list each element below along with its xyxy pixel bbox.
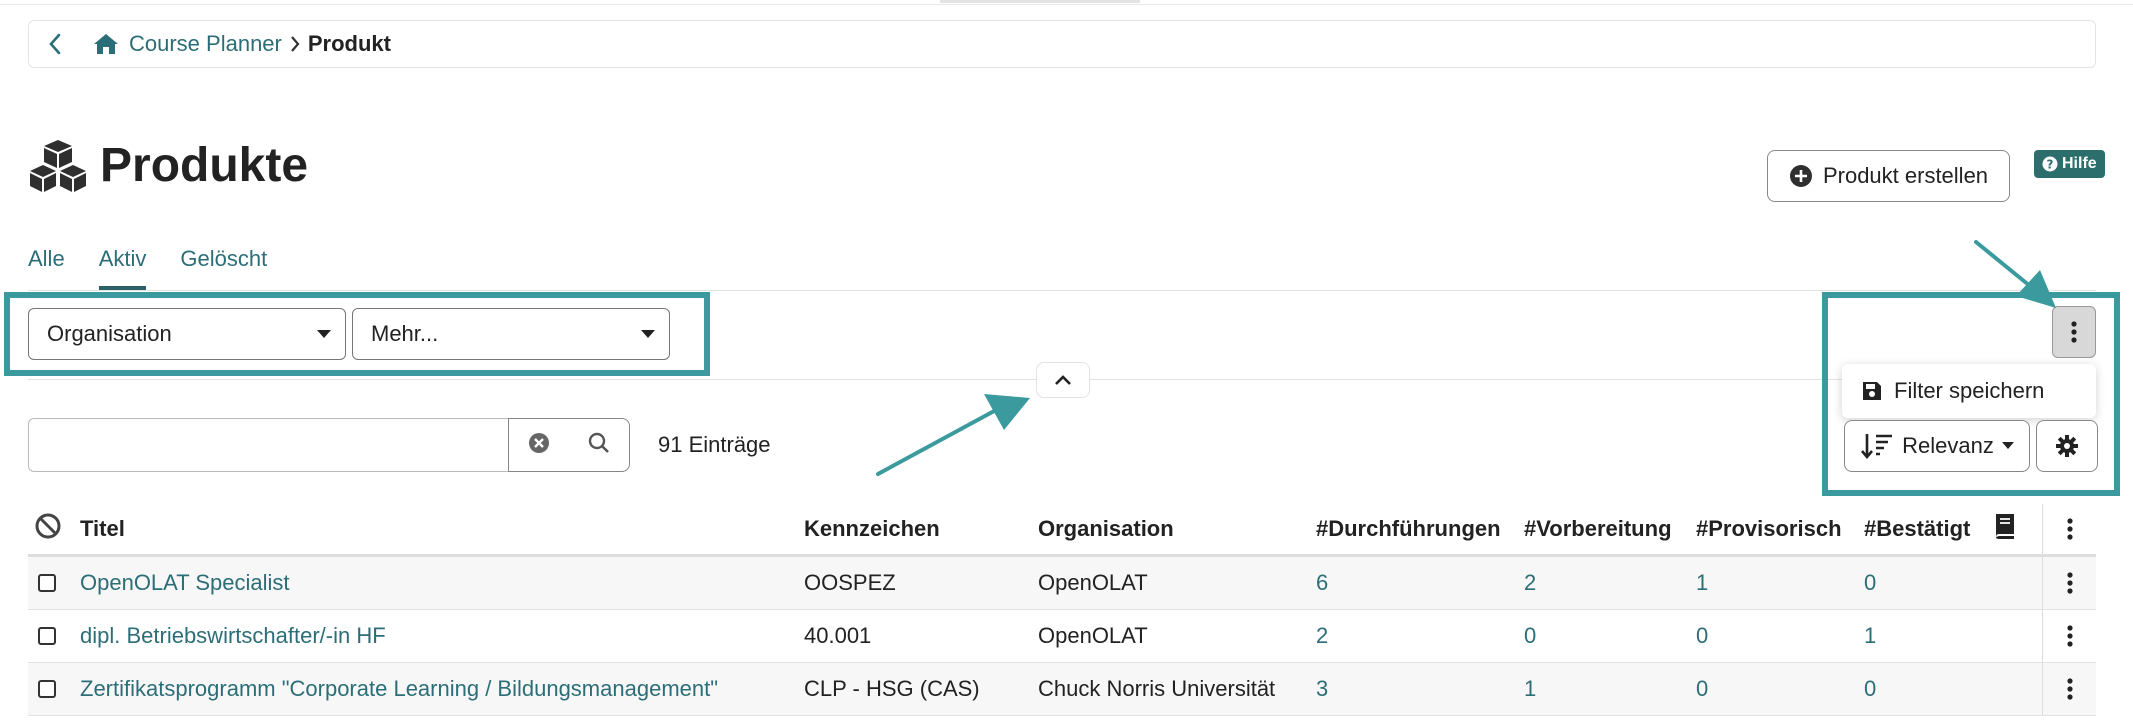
row-vorbereitung[interactable]: 0 (1524, 623, 1536, 649)
search-input[interactable] (28, 418, 508, 472)
clear-search-icon[interactable] (528, 432, 550, 459)
result-count: 91 Einträge (658, 432, 771, 457)
row-bestaetigt[interactable]: 0 (1864, 570, 1876, 596)
row-vorbereitung[interactable]: 1 (1524, 676, 1536, 702)
header-durchfuehrungen[interactable]: #Durchführungen (1316, 516, 1501, 542)
table-row: Zertifikatsprogramm "Corporate Learning … (28, 663, 2096, 716)
header-titel[interactable]: Titel (80, 516, 125, 542)
caret-down-icon (317, 330, 331, 338)
header-bestaetigt[interactable]: #Bestätigt (1864, 516, 1970, 542)
cubes-icon (30, 140, 86, 192)
header-kennzeichen[interactable]: Kennzeichen (804, 516, 940, 542)
sort-label: Relevanz (1902, 433, 1994, 458)
deselect-all-icon[interactable] (34, 512, 62, 546)
plus-circle-icon (1789, 165, 1812, 187)
create-product-button[interactable]: Produkt erstellen (1767, 150, 2010, 202)
row-checkbox[interactable] (38, 627, 56, 645)
row-title-link[interactable]: Zertifikatsprogramm "Corporate Learning … (80, 676, 718, 702)
row-actions-button[interactable] (2042, 557, 2097, 609)
vertical-dots-icon (2067, 518, 2073, 540)
row-actions-button[interactable] (2042, 610, 2097, 662)
search-icon[interactable] (588, 432, 610, 459)
page-title: Produkte (100, 139, 309, 192)
row-organisation: OpenOLAT (1038, 570, 1148, 595)
row-title-link[interactable]: dipl. Betriebswirtschafter/-in HF (80, 623, 386, 649)
row-provisorisch[interactable]: 0 (1696, 676, 1708, 702)
row-organisation: OpenOLAT (1038, 623, 1148, 648)
save-filter-menu-item[interactable]: Filter speichern (1842, 364, 2096, 418)
help-button[interactable]: ? Hilfe (2034, 150, 2105, 178)
header-provisorisch[interactable]: #Provisorisch (1696, 516, 1842, 542)
tab-alle[interactable]: Alle (28, 244, 65, 290)
table-settings-button[interactable] (2036, 420, 2098, 472)
row-organisation: Chuck Norris Universität (1038, 676, 1276, 701)
floppy-disk-icon (1863, 382, 1881, 400)
collapse-filters-button[interactable] (1036, 362, 1090, 398)
row-durchfuehrungen[interactable]: 6 (1316, 570, 1328, 596)
row-durchfuehrungen[interactable]: 3 (1316, 676, 1328, 702)
caret-down-icon (2001, 442, 2014, 449)
home-icon[interactable] (93, 33, 119, 55)
organisation-filter-label: Organisation (47, 321, 172, 346)
row-vorbereitung[interactable]: 2 (1524, 570, 1536, 596)
create-product-label: Produkt erstellen (1822, 163, 1989, 188)
tab-bar: Alle Aktiv Gelöscht (28, 244, 267, 290)
caret-down-icon (641, 330, 655, 338)
tabs-divider (28, 290, 2096, 291)
table-row: dipl. Betriebswirtschafter/-in HF 40.001… (28, 610, 2096, 663)
more-filter-label: Mehr... (371, 321, 439, 346)
table-header: Titel Kennzeichen Organisation #Durchfüh… (28, 504, 2096, 557)
row-title-link[interactable]: OpenOLAT Specialist (80, 570, 290, 596)
row-checkbox[interactable] (38, 680, 56, 698)
chevron-up-icon (1055, 375, 1071, 385)
row-code: 40.001 (804, 623, 872, 648)
organisation-filter[interactable]: Organisation (28, 308, 346, 360)
sort-amount-icon (1861, 434, 1893, 460)
header-vorbereitung[interactable]: #Vorbereitung (1524, 516, 1672, 542)
vertical-dots-icon (2067, 572, 2073, 594)
vertical-dots-icon (2071, 321, 2077, 343)
window-tab-indicator (940, 0, 1140, 3)
breadcrumb: Course Planner Produkt (28, 20, 2096, 68)
gear-icon (2056, 435, 2078, 457)
back-chevron-icon[interactable] (35, 33, 75, 55)
row-code: CLP - HSG (CAS) (804, 676, 980, 701)
sort-button[interactable]: Relevanz (1844, 420, 2030, 472)
more-filter[interactable]: Mehr... (352, 308, 670, 360)
question-circle-icon: ? (2042, 156, 2058, 172)
table-body: OpenOLAT Specialist OOSPEZ OpenOLAT 6 2 … (28, 557, 2096, 716)
row-durchfuehrungen[interactable]: 2 (1316, 623, 1328, 649)
row-code: OOSPEZ (804, 570, 896, 595)
row-provisorisch[interactable]: 0 (1696, 623, 1708, 649)
svg-text:?: ? (2047, 158, 2054, 172)
row-bestaetigt[interactable]: 1 (1864, 623, 1876, 649)
book-icon[interactable] (1994, 512, 2018, 546)
filter-options-button[interactable] (2052, 306, 2096, 358)
annotation-arrow-icon (876, 394, 1030, 476)
chevron-right-icon (290, 35, 300, 53)
save-filter-label: Filter speichern (1894, 378, 2045, 403)
header-organisation[interactable]: Organisation (1038, 516, 1174, 542)
vertical-dots-icon (2067, 625, 2073, 647)
tab-geloescht[interactable]: Gelöscht (180, 244, 267, 290)
table-row: OpenOLAT Specialist OOSPEZ OpenOLAT 6 2 … (28, 557, 2096, 610)
products-table: Titel Kennzeichen Organisation #Durchfüh… (28, 504, 2096, 716)
top-border (0, 0, 2133, 5)
vertical-dots-icon (2067, 678, 2073, 700)
row-actions-button[interactable] (2042, 663, 2097, 715)
breadcrumb-course-planner[interactable]: Course Planner (129, 31, 282, 57)
tab-aktiv[interactable]: Aktiv (98, 244, 146, 290)
search-actions (508, 418, 630, 472)
row-provisorisch[interactable]: 1 (1696, 570, 1708, 596)
header-column-menu[interactable] (2042, 504, 2097, 554)
breadcrumb-current: Produkt (307, 31, 391, 56)
row-bestaetigt[interactable]: 0 (1864, 676, 1876, 702)
help-label: Hilfe (2062, 155, 2097, 172)
row-checkbox[interactable] (38, 574, 56, 592)
